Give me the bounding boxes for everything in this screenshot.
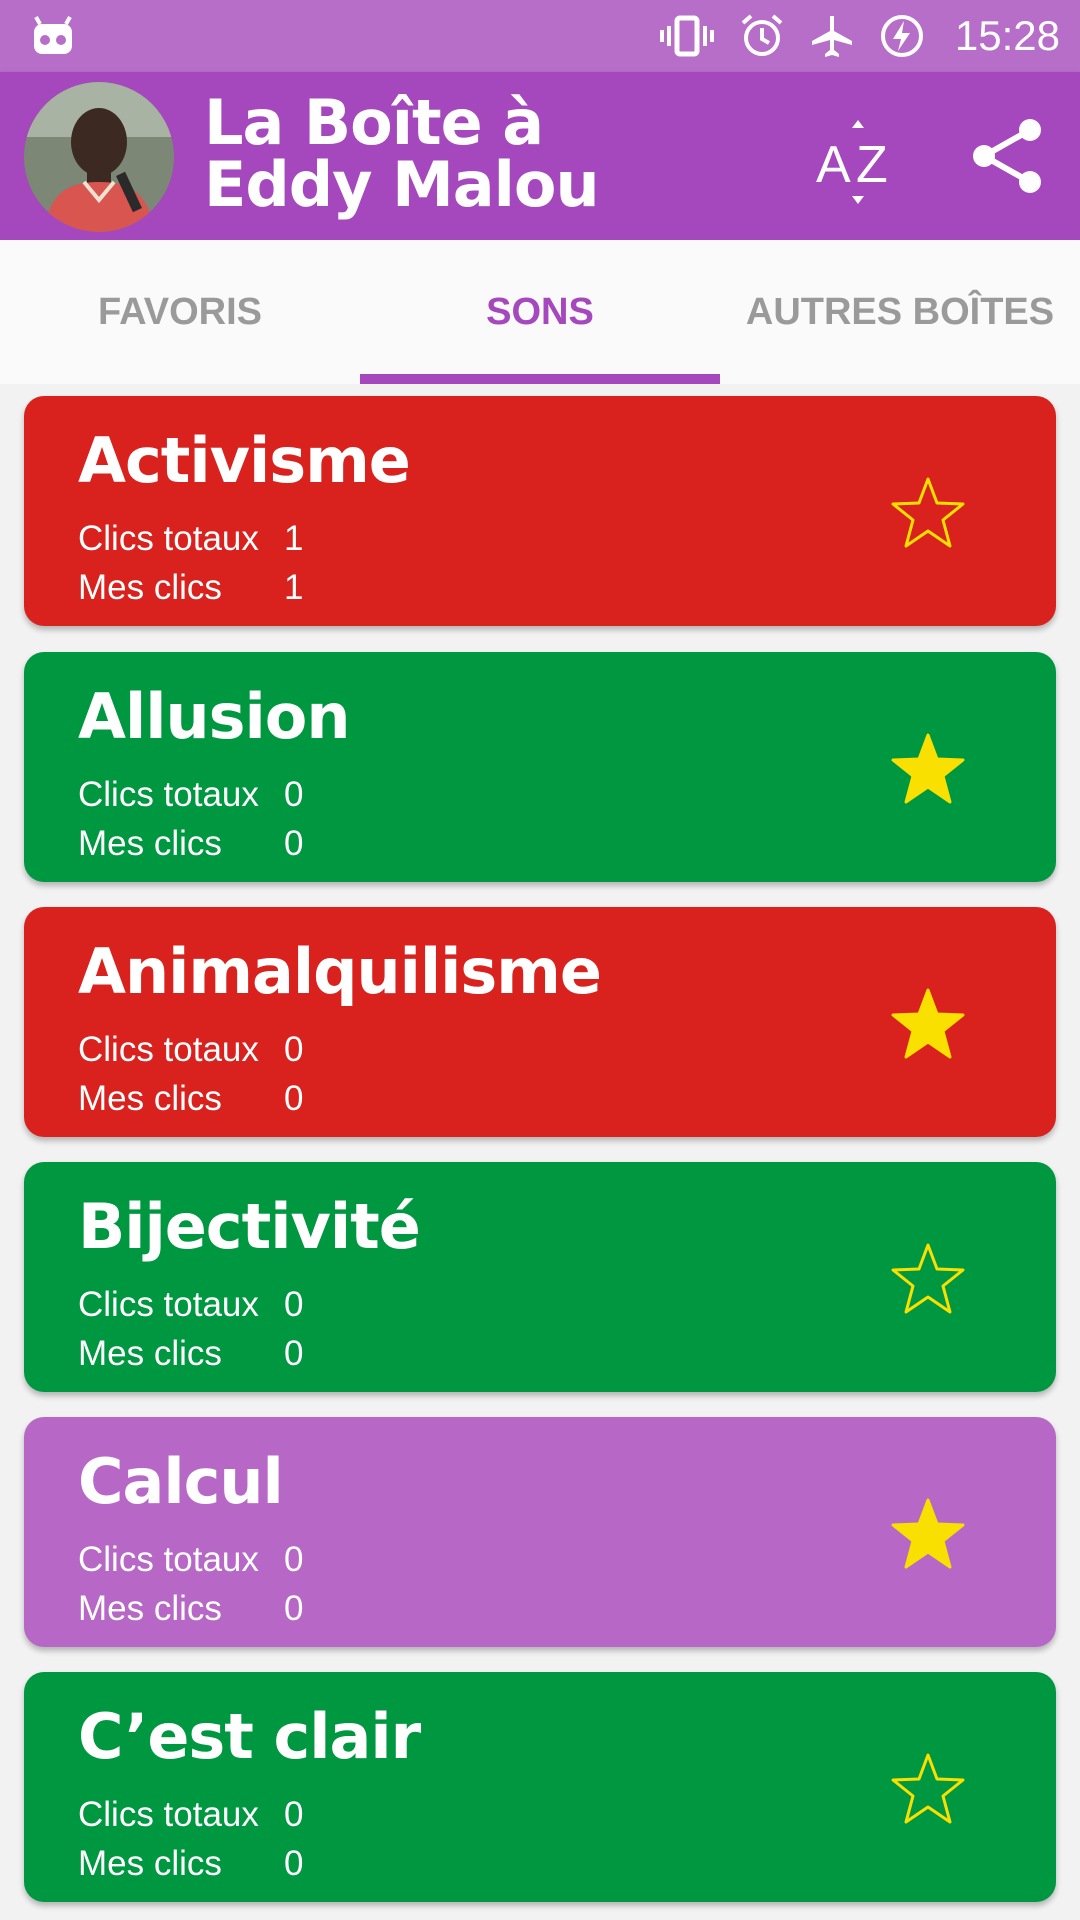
avatar[interactable] [24, 82, 174, 232]
tab-favoris[interactable]: FAVORIS [0, 240, 360, 384]
sound-title: Calcul [78, 1445, 284, 1518]
tab-bar: FAVORIS SONS AUTRES BOÎTES [0, 240, 1080, 384]
total-clicks-value: 0 [284, 1030, 304, 1069]
my-clicks-label: Mes clics [78, 568, 222, 607]
sound-title: C’est clair [78, 1700, 421, 1773]
sound-stats: Clics totaux 0 Mes clics 0 [78, 1280, 303, 1378]
sound-card[interactable]: Allusion Clics totaux 0 Mes clics 0 [24, 652, 1056, 882]
my-clicks-value: 0 [284, 1079, 304, 1118]
total-clicks-label: Clics totaux [78, 775, 259, 814]
tab-autres-boites[interactable]: AUTRES BOÎTES [720, 240, 1080, 384]
sound-stats: Clics totaux 0 Mes clics 0 [78, 1535, 303, 1633]
favorite-star-icon[interactable] [890, 1497, 966, 1571]
airplane-icon [809, 13, 855, 59]
sound-title: Activisme [78, 424, 411, 497]
total-clicks-value: 0 [284, 1285, 304, 1324]
my-clicks-value: 0 [284, 1844, 304, 1883]
sound-card[interactable]: Animalquilisme Clics totaux 0 Mes clics 0 [24, 907, 1056, 1137]
status-bar: 15:28 [0, 0, 1080, 72]
my-clicks-value: 1 [284, 568, 304, 607]
sound-stats: Clics totaux 0 Mes clics 0 [78, 1790, 303, 1888]
my-clicks-label: Mes clics [78, 1589, 222, 1628]
battery-charging-icon [879, 13, 925, 59]
total-clicks-value: 0 [284, 775, 304, 814]
my-clicks-label: Mes clics [78, 1079, 222, 1118]
sound-stats: Clics totaux 0 Mes clics 0 [78, 770, 303, 868]
share-button[interactable] [968, 116, 1048, 196]
sort-az-button[interactable]: A Z [812, 116, 904, 208]
clock: 15:28 [954, 12, 1060, 59]
my-clicks-value: 0 [284, 1589, 304, 1628]
sound-card[interactable]: Activisme Clics totaux 1 Mes clics 1 [24, 396, 1056, 626]
share-icon [973, 119, 1041, 193]
sound-title: Animalquilisme [78, 935, 602, 1008]
total-clicks-label: Clics totaux [78, 1285, 259, 1324]
favorite-star-icon[interactable] [890, 1752, 966, 1826]
android-debug-icon [30, 14, 76, 60]
my-clicks-label: Mes clics [78, 824, 222, 863]
total-clicks-label: Clics totaux [78, 1540, 259, 1579]
svg-text:A: A [816, 136, 851, 194]
total-clicks-value: 1 [284, 519, 304, 558]
sound-card[interactable]: C’est clair Clics totaux 0 Mes clics 0 [24, 1672, 1056, 1902]
total-clicks-value: 0 [284, 1795, 304, 1834]
tab-indicator [360, 374, 720, 384]
my-clicks-value: 0 [284, 824, 304, 863]
total-clicks-label: Clics totaux [78, 519, 259, 558]
my-clicks-label: Mes clics [78, 1334, 222, 1373]
alarm-icon [739, 13, 785, 59]
my-clicks-label: Mes clics [78, 1844, 222, 1883]
vibrate-icon [659, 14, 715, 58]
total-clicks-label: Clics totaux [78, 1030, 259, 1069]
sound-card[interactable]: Calcul Clics totaux 0 Mes clics 0 [24, 1417, 1056, 1647]
favorite-star-icon[interactable] [890, 987, 966, 1061]
my-clicks-value: 0 [284, 1334, 304, 1373]
sound-stats: Clics totaux 1 Mes clics 1 [78, 514, 303, 612]
favorite-star-icon[interactable] [890, 1242, 966, 1316]
app-title: La Boîte à Eddy Malou [204, 86, 600, 221]
favorite-star-icon[interactable] [890, 476, 966, 550]
sound-stats: Clics totaux 0 Mes clics 0 [78, 1025, 303, 1123]
sort-az-icon: A Z [816, 120, 888, 204]
favorite-star-icon[interactable] [890, 732, 966, 806]
svg-text:Z: Z [856, 136, 888, 194]
tab-sons[interactable]: SONS [360, 240, 720, 384]
total-clicks-value: 0 [284, 1540, 304, 1579]
sound-title: Allusion [78, 680, 351, 753]
total-clicks-label: Clics totaux [78, 1795, 259, 1834]
sound-title: Bijectivité [78, 1190, 421, 1263]
sound-card[interactable]: Bijectivité Clics totaux 0 Mes clics 0 [24, 1162, 1056, 1392]
app-bar: La Boîte à Eddy Malou A Z [0, 72, 1080, 240]
